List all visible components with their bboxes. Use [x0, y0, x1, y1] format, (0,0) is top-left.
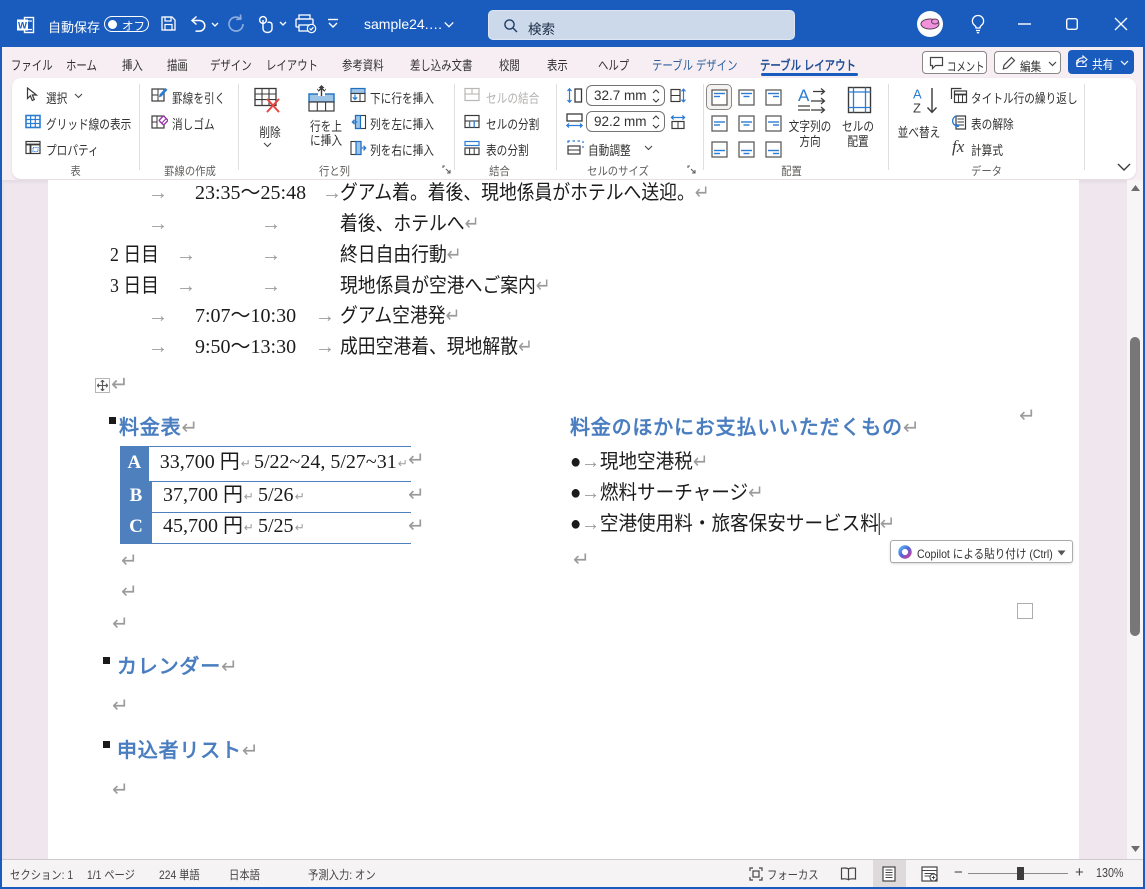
svg-text:A: A: [798, 86, 810, 105]
svg-text:A: A: [913, 87, 922, 102]
svg-text:W: W: [18, 20, 27, 31]
svg-text:Z: Z: [913, 101, 921, 116]
